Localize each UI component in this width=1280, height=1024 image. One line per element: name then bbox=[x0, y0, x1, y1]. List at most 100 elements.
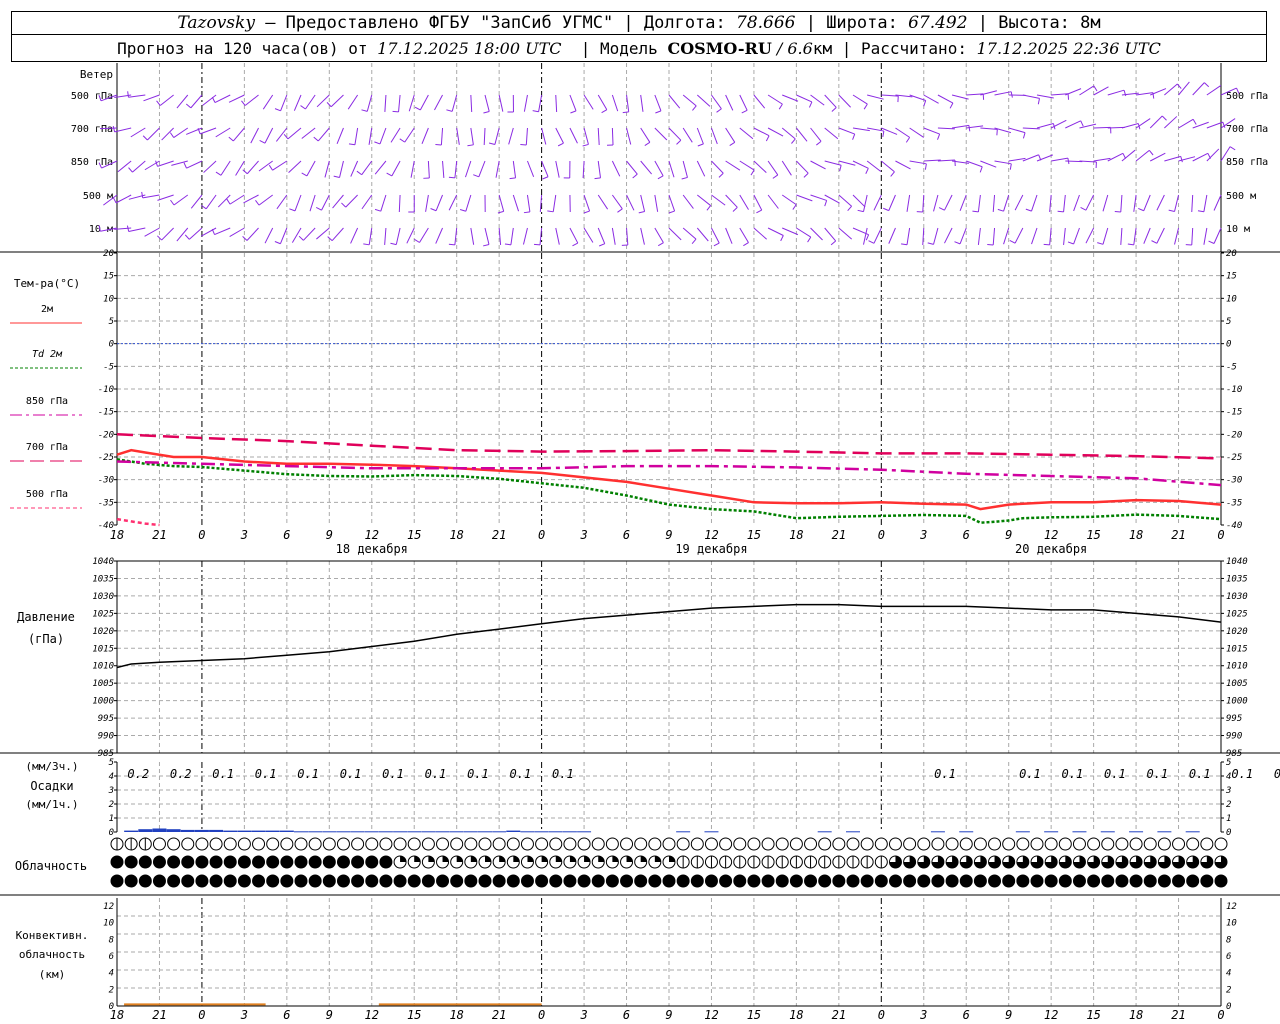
wind-barb-feather bbox=[374, 208, 381, 212]
wind-barb bbox=[1164, 155, 1181, 162]
wind-barb bbox=[276, 194, 288, 210]
wind-barb-feather bbox=[857, 209, 864, 213]
wind-barb bbox=[1133, 227, 1137, 245]
wind-barb bbox=[922, 227, 925, 245]
wind-barb-feather bbox=[300, 105, 306, 110]
cloud-symbol-mid-fill bbox=[541, 856, 548, 862]
wind-barb bbox=[611, 160, 621, 177]
wind-barb bbox=[782, 94, 799, 102]
cloud-symbol-low bbox=[917, 874, 931, 888]
wind-barb-feather bbox=[927, 242, 934, 245]
wind-barb bbox=[408, 94, 415, 112]
cloud-symbol-high bbox=[336, 837, 350, 851]
wind-title: Ветер bbox=[80, 68, 113, 81]
wind-barb bbox=[1031, 227, 1038, 245]
wind-barb bbox=[454, 227, 458, 245]
cloud-symbol-high bbox=[1129, 837, 1143, 851]
cloud-symbol-low bbox=[719, 874, 733, 888]
cloud-symbol-high bbox=[308, 837, 322, 851]
cloud-symbol-mid bbox=[152, 855, 166, 869]
wind-barb bbox=[739, 194, 749, 210]
wind-barb bbox=[434, 94, 443, 111]
wind-barb bbox=[512, 160, 517, 178]
wind-barb bbox=[1178, 81, 1190, 96]
wind-barb bbox=[539, 194, 543, 212]
wind-barb bbox=[1178, 118, 1194, 129]
time-tick-label: 15 bbox=[747, 528, 761, 542]
wind-barb-feather bbox=[1057, 210, 1064, 213]
wind-barb bbox=[541, 127, 547, 145]
wind-barb-feather bbox=[170, 199, 175, 206]
temp-title: Тем-ра(°С) bbox=[14, 277, 80, 290]
cloud-symbol-low bbox=[252, 874, 266, 888]
precip-bar bbox=[294, 831, 308, 833]
time-tick-label-bottom: 6 bbox=[283, 1008, 290, 1022]
wind-barb bbox=[597, 94, 608, 110]
wind-barb bbox=[767, 160, 779, 176]
wind-barb-feather bbox=[356, 170, 363, 176]
wind-barb bbox=[668, 194, 676, 212]
time-tick-label-bottom: 18 bbox=[449, 1008, 463, 1022]
cloud-symbol-low bbox=[1044, 874, 1058, 888]
wind-barb bbox=[711, 227, 720, 244]
wind-barb-feather bbox=[211, 96, 216, 103]
cloud-symbol-high bbox=[874, 837, 888, 851]
wind-barb bbox=[404, 127, 415, 143]
cloud-symbol-low bbox=[747, 874, 761, 888]
wind-barb-feather bbox=[1180, 156, 1183, 163]
wind-barb bbox=[130, 127, 146, 138]
wind-barb-feather bbox=[228, 136, 234, 142]
cloud-symbol-high bbox=[1002, 837, 1016, 851]
wind-barb bbox=[354, 127, 359, 145]
wind-barb bbox=[368, 227, 373, 245]
time-tick-label: 6 bbox=[623, 528, 630, 542]
time-tick-label: 15 bbox=[407, 528, 421, 542]
wind-barb bbox=[654, 160, 664, 177]
wind-barb bbox=[190, 94, 203, 109]
time-tick-label-bottom: 21 bbox=[152, 1008, 166, 1022]
precip-bar bbox=[846, 831, 860, 833]
wind-barb bbox=[611, 127, 614, 146]
wind-level-label-right: 10 м bbox=[1226, 224, 1250, 235]
cloud-symbol-low bbox=[662, 874, 676, 888]
precip-bar bbox=[577, 831, 592, 833]
wind-barb-feather bbox=[504, 243, 511, 246]
cloud-symbol-low bbox=[888, 874, 902, 888]
cloud-symbol-high bbox=[492, 837, 506, 851]
wind-barb-feather bbox=[215, 171, 222, 176]
wind-barb-feather bbox=[414, 106, 421, 111]
cloud-symbol-mid-fill bbox=[442, 856, 449, 862]
wind-barb bbox=[569, 227, 579, 244]
wind-barb-feather bbox=[142, 135, 148, 141]
wind-barb bbox=[229, 194, 245, 205]
wind-barb bbox=[484, 94, 490, 112]
cloud-symbol-low bbox=[195, 874, 209, 888]
precip-tick-label-left: 4 bbox=[109, 772, 114, 782]
wind-barb bbox=[1164, 83, 1178, 96]
wind-barb-feather bbox=[1025, 208, 1032, 212]
wind-barb bbox=[710, 127, 718, 145]
wind-barb bbox=[1022, 154, 1039, 162]
wind-barb-feather bbox=[598, 243, 605, 247]
time-tick-label-bottom: 3 bbox=[919, 1008, 927, 1022]
time-tick-label: 18 bbox=[449, 528, 463, 542]
wind-barb bbox=[739, 160, 755, 171]
wind-barb-feather bbox=[341, 202, 347, 208]
cloud-symbol-high bbox=[818, 837, 832, 851]
wind-barb bbox=[1120, 194, 1123, 212]
wind-barb bbox=[654, 227, 664, 243]
cloud-symbol-low bbox=[620, 874, 634, 888]
wind-barb-feather bbox=[1127, 243, 1134, 246]
precip-amount-label: 0.1 bbox=[934, 767, 956, 781]
wind-barb bbox=[498, 194, 505, 212]
wind-barb bbox=[966, 160, 983, 168]
cloud-symbol-high bbox=[1214, 837, 1228, 851]
wind-barb bbox=[161, 227, 174, 241]
wind-barb-feather bbox=[467, 144, 474, 147]
wind-barb-feather bbox=[676, 139, 682, 145]
precip-bar bbox=[138, 829, 153, 832]
conv-tick-label-right: 10 bbox=[1226, 919, 1237, 929]
conv-tick-label-right: 12 bbox=[1226, 902, 1237, 912]
wind-barb-feather bbox=[547, 210, 554, 213]
cloud-symbol-low bbox=[1214, 874, 1228, 888]
